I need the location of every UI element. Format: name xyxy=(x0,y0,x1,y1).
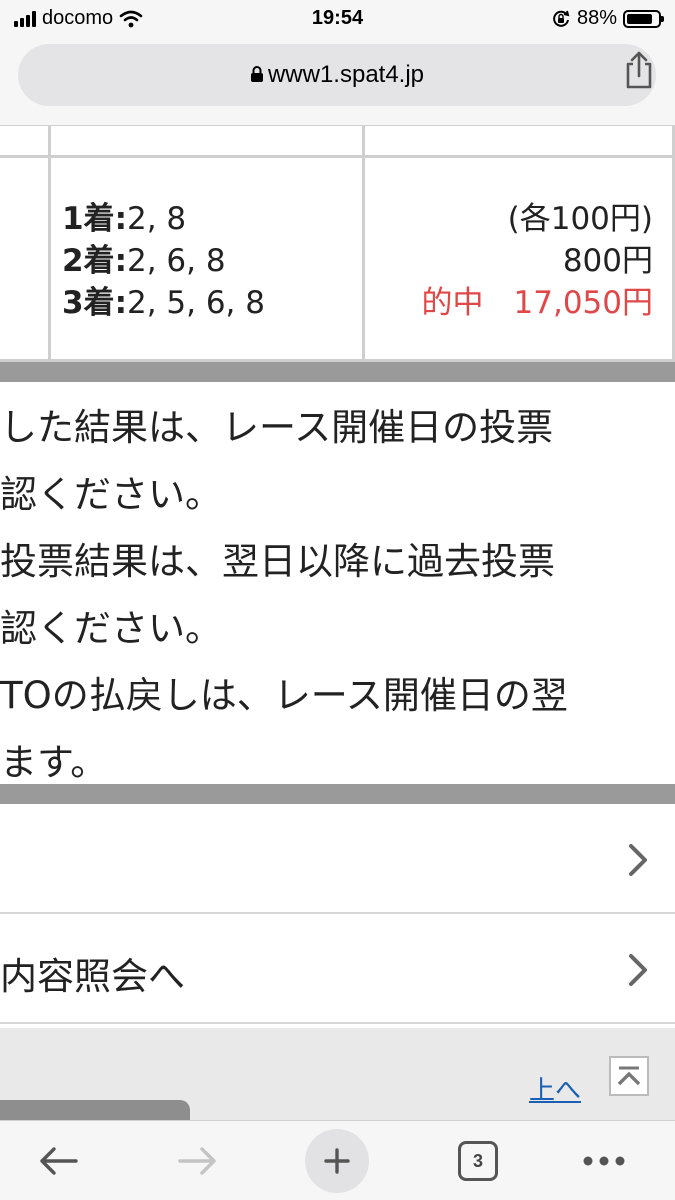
bet-table: 1着:2, 8 2着:2, 6, 8 3着:2, 5, 6, 8 (各100円)… xyxy=(0,126,675,362)
payout-amount: 17,050円 xyxy=(513,285,653,321)
more-button[interactable] xyxy=(580,1129,628,1193)
notice-line: 認ください。 xyxy=(0,607,222,650)
hit-result: 的中 17,050円 xyxy=(422,282,653,324)
new-tab-button[interactable] xyxy=(305,1129,369,1193)
lock-icon xyxy=(250,66,263,82)
browser-chrome: www1.spat4.jp xyxy=(0,38,675,126)
bet-combination-cell: 1着:2, 8 2着:2, 6, 8 3着:2, 5, 6, 8 xyxy=(62,198,265,324)
chevron-up-icon xyxy=(617,1066,641,1086)
unit-price: (各100円) xyxy=(507,201,653,237)
new-tab-circle xyxy=(305,1129,369,1193)
section-divider xyxy=(0,784,675,804)
battery-icon xyxy=(623,9,664,28)
battery-percent: 88% xyxy=(576,7,617,29)
table-divider xyxy=(48,126,51,362)
status-bar: docomo 19:54 88% xyxy=(0,0,675,38)
notice-line: した結果は、レース開催日の投票 xyxy=(0,406,554,449)
notice-text: した結果は、レース開催日の投票 認ください。 投票結果は、翌日以降に過去投票 認… xyxy=(0,382,675,784)
forward-button[interactable] xyxy=(168,1129,228,1193)
arrow-left-icon xyxy=(40,1147,78,1175)
tab-count: 3 xyxy=(458,1141,498,1181)
tabs-button[interactable]: 3 xyxy=(456,1129,500,1193)
notice-line: TOの払戻しは、レース開催日の翌 xyxy=(0,674,568,717)
orientation-lock-icon xyxy=(553,10,570,27)
battery-group: 88% xyxy=(551,7,664,30)
plus-icon xyxy=(324,1148,350,1174)
section-divider xyxy=(0,362,675,382)
first-place-line: 1着:2, 8 xyxy=(62,201,187,237)
url-text: www1.spat4.jp xyxy=(267,61,425,88)
chevron-right-icon xyxy=(629,844,647,876)
table-divider xyxy=(0,359,675,362)
arrow-right-icon xyxy=(178,1147,216,1175)
second-place-line: 2着:2, 6, 8 xyxy=(62,243,226,279)
chevron-right-icon xyxy=(629,954,647,986)
page-footer: 上へ xyxy=(0,1028,675,1120)
page-top-button[interactable] xyxy=(609,1056,649,1096)
notice-line: 投票結果は、翌日以降に過去投票 xyxy=(0,540,555,583)
bet-amount-cell: (各100円) 800円 的中 17,050円 xyxy=(422,198,653,324)
total-amount: 800円 xyxy=(562,243,653,279)
page-top-link[interactable]: 上へ xyxy=(529,1070,581,1107)
back-button[interactable] xyxy=(28,1129,88,1193)
url-display[interactable]: www1.spat4.jp xyxy=(18,61,656,89)
table-divider xyxy=(0,155,675,158)
menu-item-inquiry[interactable]: 内容照会へ xyxy=(0,914,675,1024)
table-divider xyxy=(362,126,365,362)
more-icon xyxy=(583,1156,625,1166)
third-place-line: 3着:2, 5, 6, 8 xyxy=(62,285,265,321)
hit-label: 的中 xyxy=(421,285,484,321)
address-bar[interactable]: www1.spat4.jp xyxy=(18,44,656,106)
browser-toolbar: 3 xyxy=(0,1120,675,1200)
page-content: 1着:2, 8 2着:2, 6, 8 3着:2, 5, 6, 8 (各100円)… xyxy=(0,126,675,1024)
menu-item[interactable] xyxy=(0,804,675,914)
share-icon[interactable] xyxy=(621,50,657,90)
notice-line: ます。 xyxy=(0,741,108,784)
footer-tab xyxy=(0,1100,190,1120)
menu-item-label: 内容照会へ xyxy=(0,955,185,998)
notice-line: 認ください。 xyxy=(0,473,222,516)
